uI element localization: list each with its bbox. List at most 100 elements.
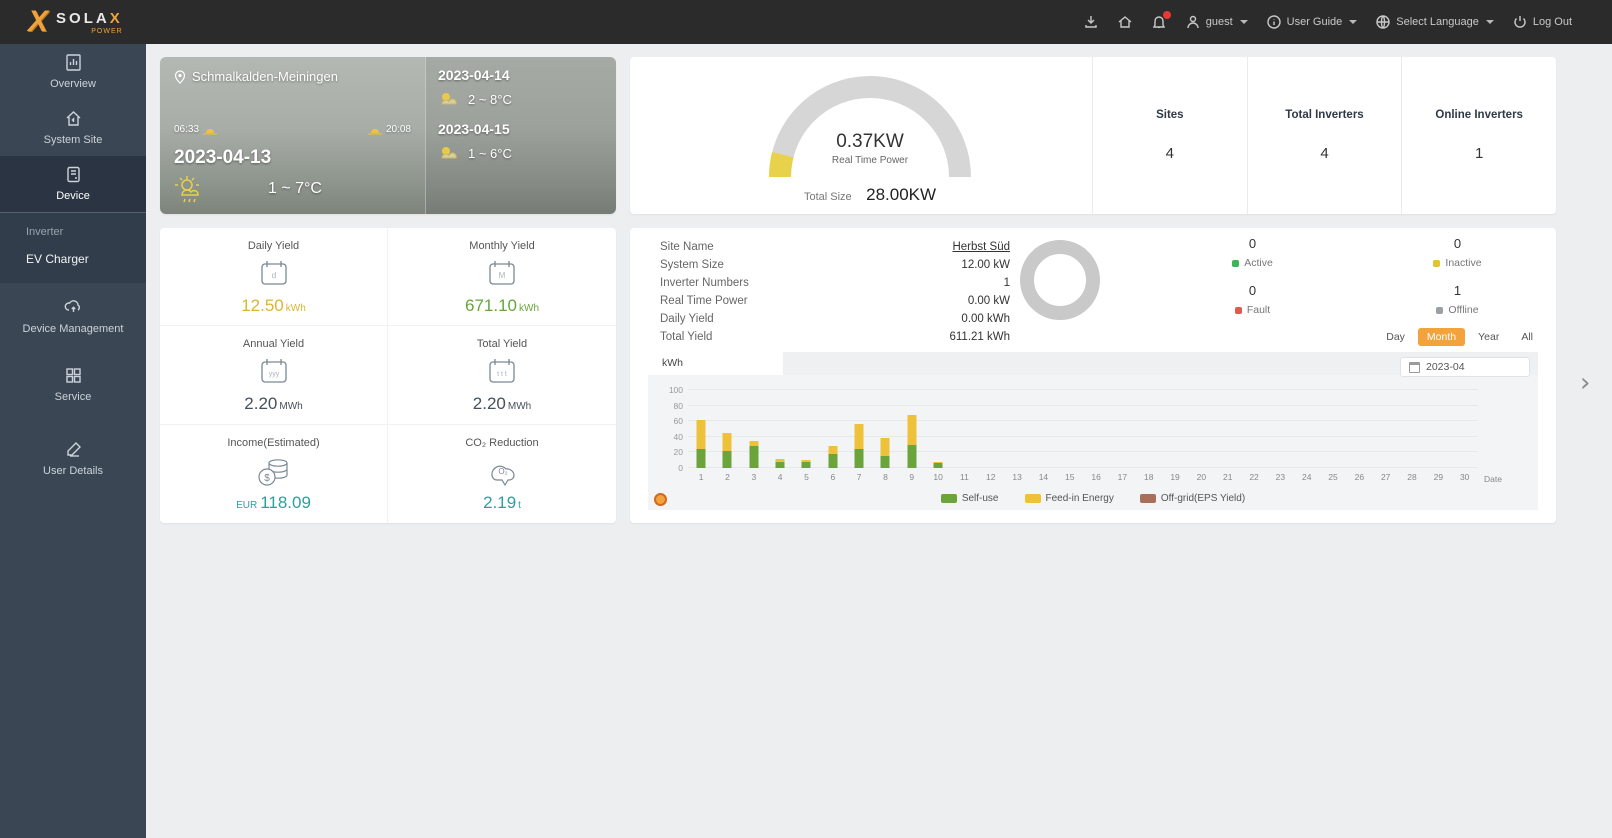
sidebar-item-device[interactable]: Device xyxy=(0,156,146,213)
legend-eps[interactable]: Off-grid(EPS Yield) xyxy=(1139,493,1245,504)
x-axis-tick: 8 xyxy=(883,472,888,482)
period-all-button[interactable]: All xyxy=(1512,328,1542,346)
bar-column[interactable]: 11 xyxy=(951,390,977,482)
bar-column[interactable]: 4 xyxy=(767,390,793,482)
legend-self-use[interactable]: Self-use xyxy=(940,493,999,504)
bar-column[interactable]: 21 xyxy=(1215,390,1241,482)
bar-column[interactable]: 24 xyxy=(1294,390,1320,482)
sunset-icon xyxy=(367,128,382,134)
logout-button[interactable]: Log Out xyxy=(1512,14,1572,30)
bar-column[interactable]: 3 xyxy=(741,390,767,482)
bar-column[interactable]: 1 xyxy=(688,390,714,482)
person-icon xyxy=(1185,14,1201,30)
stacked-bar xyxy=(1276,390,1285,468)
x-axis-tick: 25 xyxy=(1328,472,1338,482)
sidebar-item-service[interactable]: Service xyxy=(0,357,146,413)
user-guide-menu[interactable]: User Guide xyxy=(1266,14,1358,30)
bar-column[interactable]: 20 xyxy=(1188,390,1214,482)
tile-income: Income(Estimated) $ EUR 118.09 xyxy=(160,424,388,523)
cloud-sun-icon xyxy=(441,147,457,159)
stat-online-inverters: Online Inverters 1 xyxy=(1401,57,1556,214)
bar-column[interactable]: 29 xyxy=(1425,390,1451,482)
logout-label: Log Out xyxy=(1532,16,1572,28)
x-axis-tick: 17 xyxy=(1117,472,1128,482)
x-axis-tick: 11 xyxy=(960,472,969,482)
bar-column[interactable]: 28 xyxy=(1399,390,1425,482)
bar-column[interactable]: 26 xyxy=(1346,390,1372,482)
stacked-bar xyxy=(722,390,732,468)
sidebar: Overview System Site Device Inverter EV … xyxy=(0,44,146,838)
status-offline: 1 Offline xyxy=(1355,283,1560,316)
solax-logo[interactable]: X SOLAX POWER xyxy=(28,5,123,39)
bar-column[interactable]: 17 xyxy=(1109,390,1135,482)
sidebar-item-device-management[interactable]: Device Management xyxy=(0,289,146,345)
real-time-power-label: Real Time Power xyxy=(831,155,909,166)
bar-column[interactable]: 10 xyxy=(925,390,951,482)
bar-column[interactable]: 8 xyxy=(872,390,898,482)
bar-column[interactable]: 7 xyxy=(846,390,872,482)
stacked-bar xyxy=(933,390,943,468)
period-month-button[interactable]: Month xyxy=(1417,328,1466,346)
status-dot xyxy=(1234,306,1242,314)
bar-column[interactable]: 13 xyxy=(1004,390,1030,482)
user-label: guest xyxy=(1205,16,1233,28)
tile-annual-yield: Annual Yield yyy 2.20 MWh xyxy=(160,326,388,425)
bar-column[interactable]: 18 xyxy=(1136,390,1162,482)
tile-daily-yield: Daily Yield d 12.50 kWh xyxy=(160,228,388,327)
sidebar-item-overview[interactable]: Overview xyxy=(0,44,146,100)
stacked-bar xyxy=(907,390,917,468)
bar-column[interactable]: 9 xyxy=(899,390,925,482)
user-menu[interactable]: guest xyxy=(1185,14,1248,30)
bar-column[interactable]: 5 xyxy=(793,390,819,482)
info-row: Site Name Herbst Süd xyxy=(660,238,1010,256)
bar-column[interactable]: 6 xyxy=(820,390,846,482)
bar-column[interactable]: 30 xyxy=(1452,390,1478,482)
solax-cloud-app: X SOLAX POWER guest User Guide Select La… xyxy=(0,0,1612,838)
chevron-down-icon xyxy=(1485,20,1494,24)
unit-tab-kwh[interactable]: kWh xyxy=(648,352,783,375)
submenu-item-ev-charger[interactable]: EV Charger xyxy=(0,245,146,273)
bar-column[interactable]: 27 xyxy=(1373,390,1399,482)
download-icon[interactable] xyxy=(1083,14,1099,30)
calendar-icon xyxy=(1409,361,1420,373)
submenu-item-inverter[interactable]: Inverter xyxy=(0,219,146,245)
period-year-button[interactable]: Year xyxy=(1469,328,1508,346)
bar-column[interactable]: 25 xyxy=(1320,390,1346,482)
next-panel-chevron[interactable]: › xyxy=(1580,368,1590,398)
x-axis-tick: 29 xyxy=(1433,472,1444,482)
stacked-bar xyxy=(775,390,785,468)
stat-total-inverters: Total Inverters 4 xyxy=(1246,57,1402,214)
bar-segment xyxy=(696,448,706,468)
bar-column[interactable]: 22 xyxy=(1241,390,1267,482)
bar-column[interactable]: 15 xyxy=(1057,390,1083,482)
bell-icon[interactable] xyxy=(1151,11,1171,30)
x-axis-tick: 22 xyxy=(1249,472,1259,482)
bar-segment xyxy=(828,446,838,454)
legend-feed-in[interactable]: Feed-in Energy xyxy=(1024,493,1114,504)
x-axis-tick: 3 xyxy=(751,472,757,482)
site-name-link[interactable]: Herbst Süd xyxy=(952,238,1010,256)
bar-column[interactable]: 16 xyxy=(1083,390,1109,482)
sunrise-icon xyxy=(203,128,218,134)
legend-swatch xyxy=(940,494,957,503)
bar-segment xyxy=(933,462,943,468)
site-icon xyxy=(66,111,80,126)
home-icon[interactable] xyxy=(1117,14,1133,30)
x-axis-tick: 14 xyxy=(1038,472,1049,482)
period-day-button[interactable]: Day xyxy=(1377,328,1414,346)
language-menu[interactable]: Select Language xyxy=(1375,14,1494,30)
bar-column[interactable]: 19 xyxy=(1162,390,1188,482)
stat-sites: Sites 4 xyxy=(1092,57,1247,214)
bar-column[interactable]: 23 xyxy=(1267,390,1293,482)
x-axis-tick: 23 xyxy=(1275,472,1286,482)
month-date-picker[interactable]: 2023-04 xyxy=(1400,357,1530,377)
sidebar-item-system-site[interactable]: System Site xyxy=(0,100,146,156)
status-dot xyxy=(1436,306,1444,314)
bar-column[interactable]: 12 xyxy=(978,390,1004,482)
calendar-icon: M xyxy=(489,261,515,285)
bar-column[interactable]: 14 xyxy=(1030,390,1056,482)
sidebar-item-user-details[interactable]: User Details xyxy=(0,431,146,487)
bar-column[interactable]: 2 xyxy=(714,390,740,482)
location-pin-icon xyxy=(174,69,186,84)
x-axis-tick: 30 xyxy=(1459,472,1470,482)
